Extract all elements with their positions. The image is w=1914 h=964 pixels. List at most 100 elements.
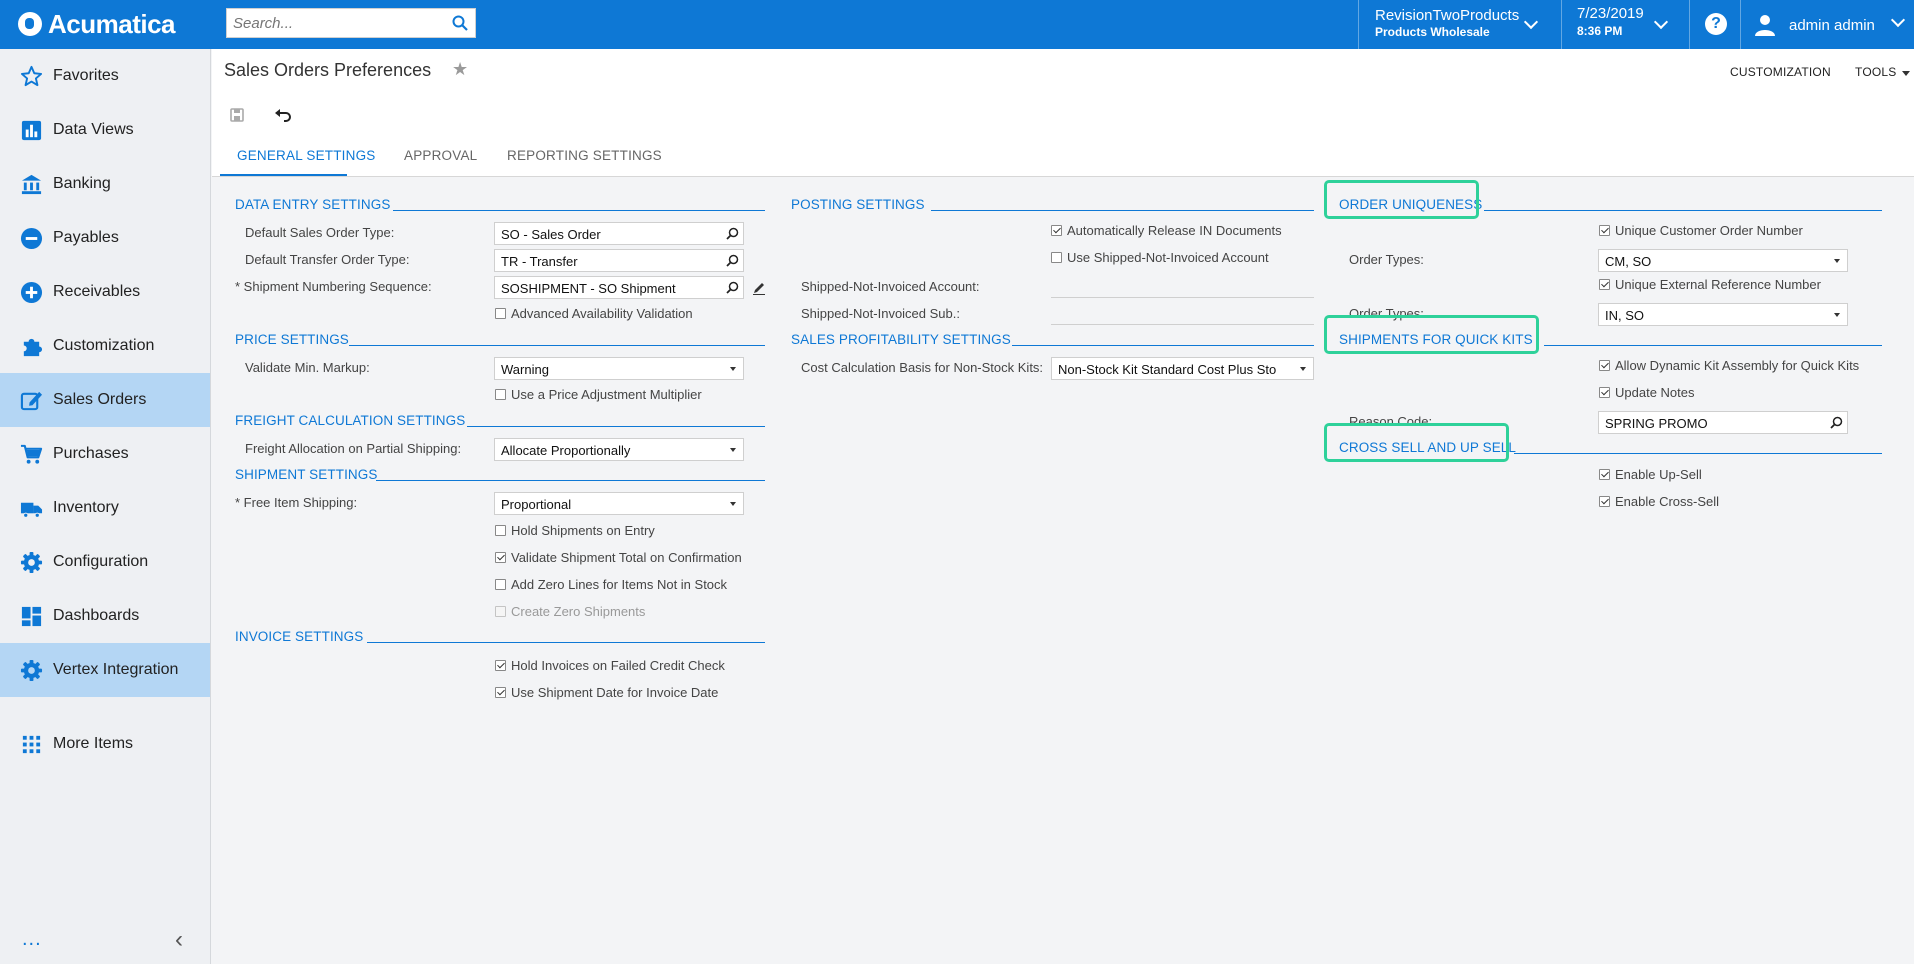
sidebar-item-purchases[interactable]: Purchases bbox=[0, 427, 210, 481]
checkbox-box bbox=[495, 687, 506, 698]
update-notes-checkbox[interactable]: Update Notes bbox=[1599, 385, 1695, 400]
unique-external-reference-checkbox[interactable]: Unique External Reference Number bbox=[1599, 277, 1821, 292]
use-shipment-date-checkbox[interactable]: Use Shipment Date for Invoice Date bbox=[495, 685, 718, 700]
enable-crosssell-checkbox[interactable]: Enable Cross-Sell bbox=[1599, 494, 1719, 509]
tenant-switcher[interactable]: RevisionTwoProducts Products Wholesale bbox=[1375, 7, 1565, 43]
validate-shipment-total-checkbox[interactable]: Validate Shipment Total on Confirmation bbox=[495, 550, 742, 565]
sidebar-item-label: Purchases bbox=[53, 445, 129, 462]
caret-down-icon bbox=[1834, 313, 1840, 317]
default-sales-order-type-field[interactable]: SO - Sales Order bbox=[494, 222, 744, 245]
shipment-numbering-sequence-label: * Shipment Numbering Sequence: bbox=[235, 279, 432, 294]
checkbox-box bbox=[495, 660, 506, 671]
sidebar-item-customization[interactable]: Customization bbox=[0, 319, 210, 373]
unique-customer-order-number-checkbox[interactable]: Unique Customer Order Number bbox=[1599, 223, 1803, 238]
allow-dynamic-kit-assembly-checkbox[interactable]: Allow Dynamic Kit Assembly for Quick Kit… bbox=[1599, 358, 1859, 373]
business-date[interactable]: 7/23/2019 8:36 PM bbox=[1577, 5, 1687, 45]
sidebar-item-receivables[interactable]: Receivables bbox=[0, 265, 210, 319]
cost-calculation-basis-dropdown[interactable]: Non-Stock Kit Standard Cost Plus Sto bbox=[1051, 357, 1314, 380]
divider bbox=[931, 210, 1314, 211]
caret-down-icon bbox=[1300, 367, 1306, 371]
user-menu[interactable]: admin admin bbox=[1755, 12, 1875, 38]
plus-circle-icon bbox=[20, 281, 43, 304]
order-types-dropdown[interactable]: IN, SO bbox=[1598, 303, 1848, 326]
checkbox-label: Automatically Release IN Documents bbox=[1067, 223, 1282, 238]
search-input[interactable] bbox=[227, 9, 437, 37]
tab-general-settings[interactable]: GENERAL SETTINGS bbox=[237, 148, 375, 163]
gear-icon bbox=[20, 659, 43, 682]
section-title: FREIGHT CALCULATION SETTINGS bbox=[235, 413, 466, 428]
sidebar: Favorites Data Views Banking Payables Re… bbox=[0, 49, 211, 964]
price-adjustment-multiplier-checkbox[interactable]: Use a Price Adjustment Multiplier bbox=[495, 387, 702, 402]
tab-reporting-settings[interactable]: REPORTING SETTINGS bbox=[507, 148, 662, 163]
save-icon[interactable] bbox=[226, 104, 248, 126]
freight-allocation-dropdown[interactable]: Allocate Proportionally bbox=[494, 438, 744, 461]
truck-icon bbox=[20, 502, 43, 518]
search-icon[interactable] bbox=[726, 227, 739, 240]
checkbox-label: Create Zero Shipments bbox=[511, 604, 646, 619]
default-transfer-order-type-label: Default Transfer Order Type: bbox=[245, 252, 410, 267]
order-types-label: Order Types: bbox=[1349, 252, 1424, 267]
sidebar-item-favorites[interactable]: Favorites bbox=[0, 49, 210, 103]
collapse-sidebar-icon[interactable]: ‹ bbox=[175, 926, 183, 954]
hold-shipments-on-entry-checkbox[interactable]: Hold Shipments on Entry bbox=[495, 523, 655, 538]
divider bbox=[1689, 0, 1690, 49]
enable-upsell-checkbox[interactable]: Enable Up-Sell bbox=[1599, 467, 1702, 482]
sidebar-item-dashboards[interactable]: Dashboards bbox=[0, 589, 210, 643]
tools-menu[interactable]: TOOLS bbox=[1855, 65, 1896, 79]
acumatica-logo[interactable]: Acumatica bbox=[18, 8, 176, 40]
divider bbox=[1012, 345, 1314, 346]
checkbox-label: Hold Invoices on Failed Credit Check bbox=[511, 658, 725, 673]
sidebar-item-banking[interactable]: Banking bbox=[0, 157, 210, 211]
undo-icon[interactable] bbox=[272, 104, 294, 126]
advanced-availability-validation-checkbox[interactable]: Advanced Availability Validation bbox=[495, 306, 693, 321]
validate-min-markup-dropdown[interactable]: Warning bbox=[494, 357, 744, 380]
sidebar-item-data-views[interactable]: Data Views bbox=[0, 103, 210, 157]
favorite-star-icon[interactable]: ★ bbox=[452, 59, 468, 80]
field-value: Non-Stock Kit Standard Cost Plus Sto bbox=[1058, 362, 1277, 377]
search-icon[interactable] bbox=[1830, 416, 1843, 429]
sidebar-item-more-items[interactable]: More Items bbox=[0, 717, 210, 771]
sidebar-item-vertex-integration[interactable]: Vertex Integration bbox=[0, 643, 210, 697]
cost-calculation-basis-label: Cost Calculation Basis for Non-Stock Kit… bbox=[801, 360, 1044, 375]
field-value: IN, SO bbox=[1605, 308, 1645, 323]
hold-invoices-failed-credit-checkbox[interactable]: Hold Invoices on Failed Credit Check bbox=[495, 658, 725, 673]
freight-allocation-label: Freight Allocation on Partial Shipping: bbox=[245, 441, 462, 456]
tab-approval[interactable]: APPROVAL bbox=[404, 148, 477, 163]
checkbox-box bbox=[1599, 360, 1610, 371]
reason-code-field[interactable]: SPRING PROMO bbox=[1598, 411, 1848, 434]
help-icon[interactable]: ? bbox=[1705, 13, 1727, 35]
edit-pencil-icon[interactable] bbox=[752, 281, 766, 295]
price-settings-header: PRICE SETTINGS bbox=[235, 332, 765, 356]
divider bbox=[349, 345, 765, 346]
sidebar-item-label: Vertex Integration bbox=[53, 661, 179, 678]
order-types-dropdown[interactable]: CM, SO bbox=[1598, 249, 1848, 272]
checkbox-box bbox=[1599, 387, 1610, 398]
star-icon bbox=[20, 65, 43, 87]
shipment-numbering-sequence-field[interactable]: SOSHIPMENT - SO Shipment bbox=[494, 276, 744, 299]
more-dots-icon[interactable]: ... bbox=[22, 928, 42, 951]
checkbox-label: Enable Up-Sell bbox=[1615, 467, 1702, 482]
sidebar-item-payables[interactable]: Payables bbox=[0, 211, 210, 265]
free-item-shipping-dropdown[interactable]: Proportional bbox=[494, 492, 744, 515]
create-zero-shipments-checkbox[interactable]: Create Zero Shipments bbox=[495, 604, 645, 619]
customization-menu[interactable]: CUSTOMIZATION bbox=[1730, 65, 1831, 79]
search-icon[interactable] bbox=[726, 254, 739, 267]
chevron-down-icon[interactable] bbox=[1890, 12, 1906, 28]
caret-down-icon[interactable] bbox=[1902, 71, 1910, 76]
auto-release-in-documents-checkbox[interactable]: Automatically Release IN Documents bbox=[1051, 223, 1282, 238]
checkbox-label: Use Shipped-Not-Invoiced Account bbox=[1067, 250, 1269, 265]
search-icon[interactable] bbox=[726, 281, 739, 294]
add-zero-lines-checkbox[interactable]: Add Zero Lines for Items Not in Stock bbox=[495, 577, 727, 592]
sidebar-item-label: Inventory bbox=[53, 499, 119, 516]
sidebar-item-label: Sales Orders bbox=[53, 391, 147, 408]
sidebar-item-sales-orders[interactable]: Sales Orders bbox=[0, 373, 210, 427]
use-shipped-not-invoiced-checkbox[interactable]: Use Shipped-Not-Invoiced Account bbox=[1051, 250, 1269, 265]
checkbox-label: Validate Shipment Total on Confirmation bbox=[511, 550, 742, 565]
checkbox-label: Use a Price Adjustment Multiplier bbox=[511, 387, 702, 402]
search-icon[interactable] bbox=[451, 14, 469, 32]
sidebar-item-label: Receivables bbox=[53, 283, 141, 300]
sidebar-item-inventory[interactable]: Inventory bbox=[0, 481, 210, 535]
divider bbox=[1484, 210, 1882, 211]
sidebar-item-configuration[interactable]: Configuration bbox=[0, 535, 210, 589]
default-transfer-order-type-field[interactable]: TR - Transfer bbox=[494, 249, 744, 272]
